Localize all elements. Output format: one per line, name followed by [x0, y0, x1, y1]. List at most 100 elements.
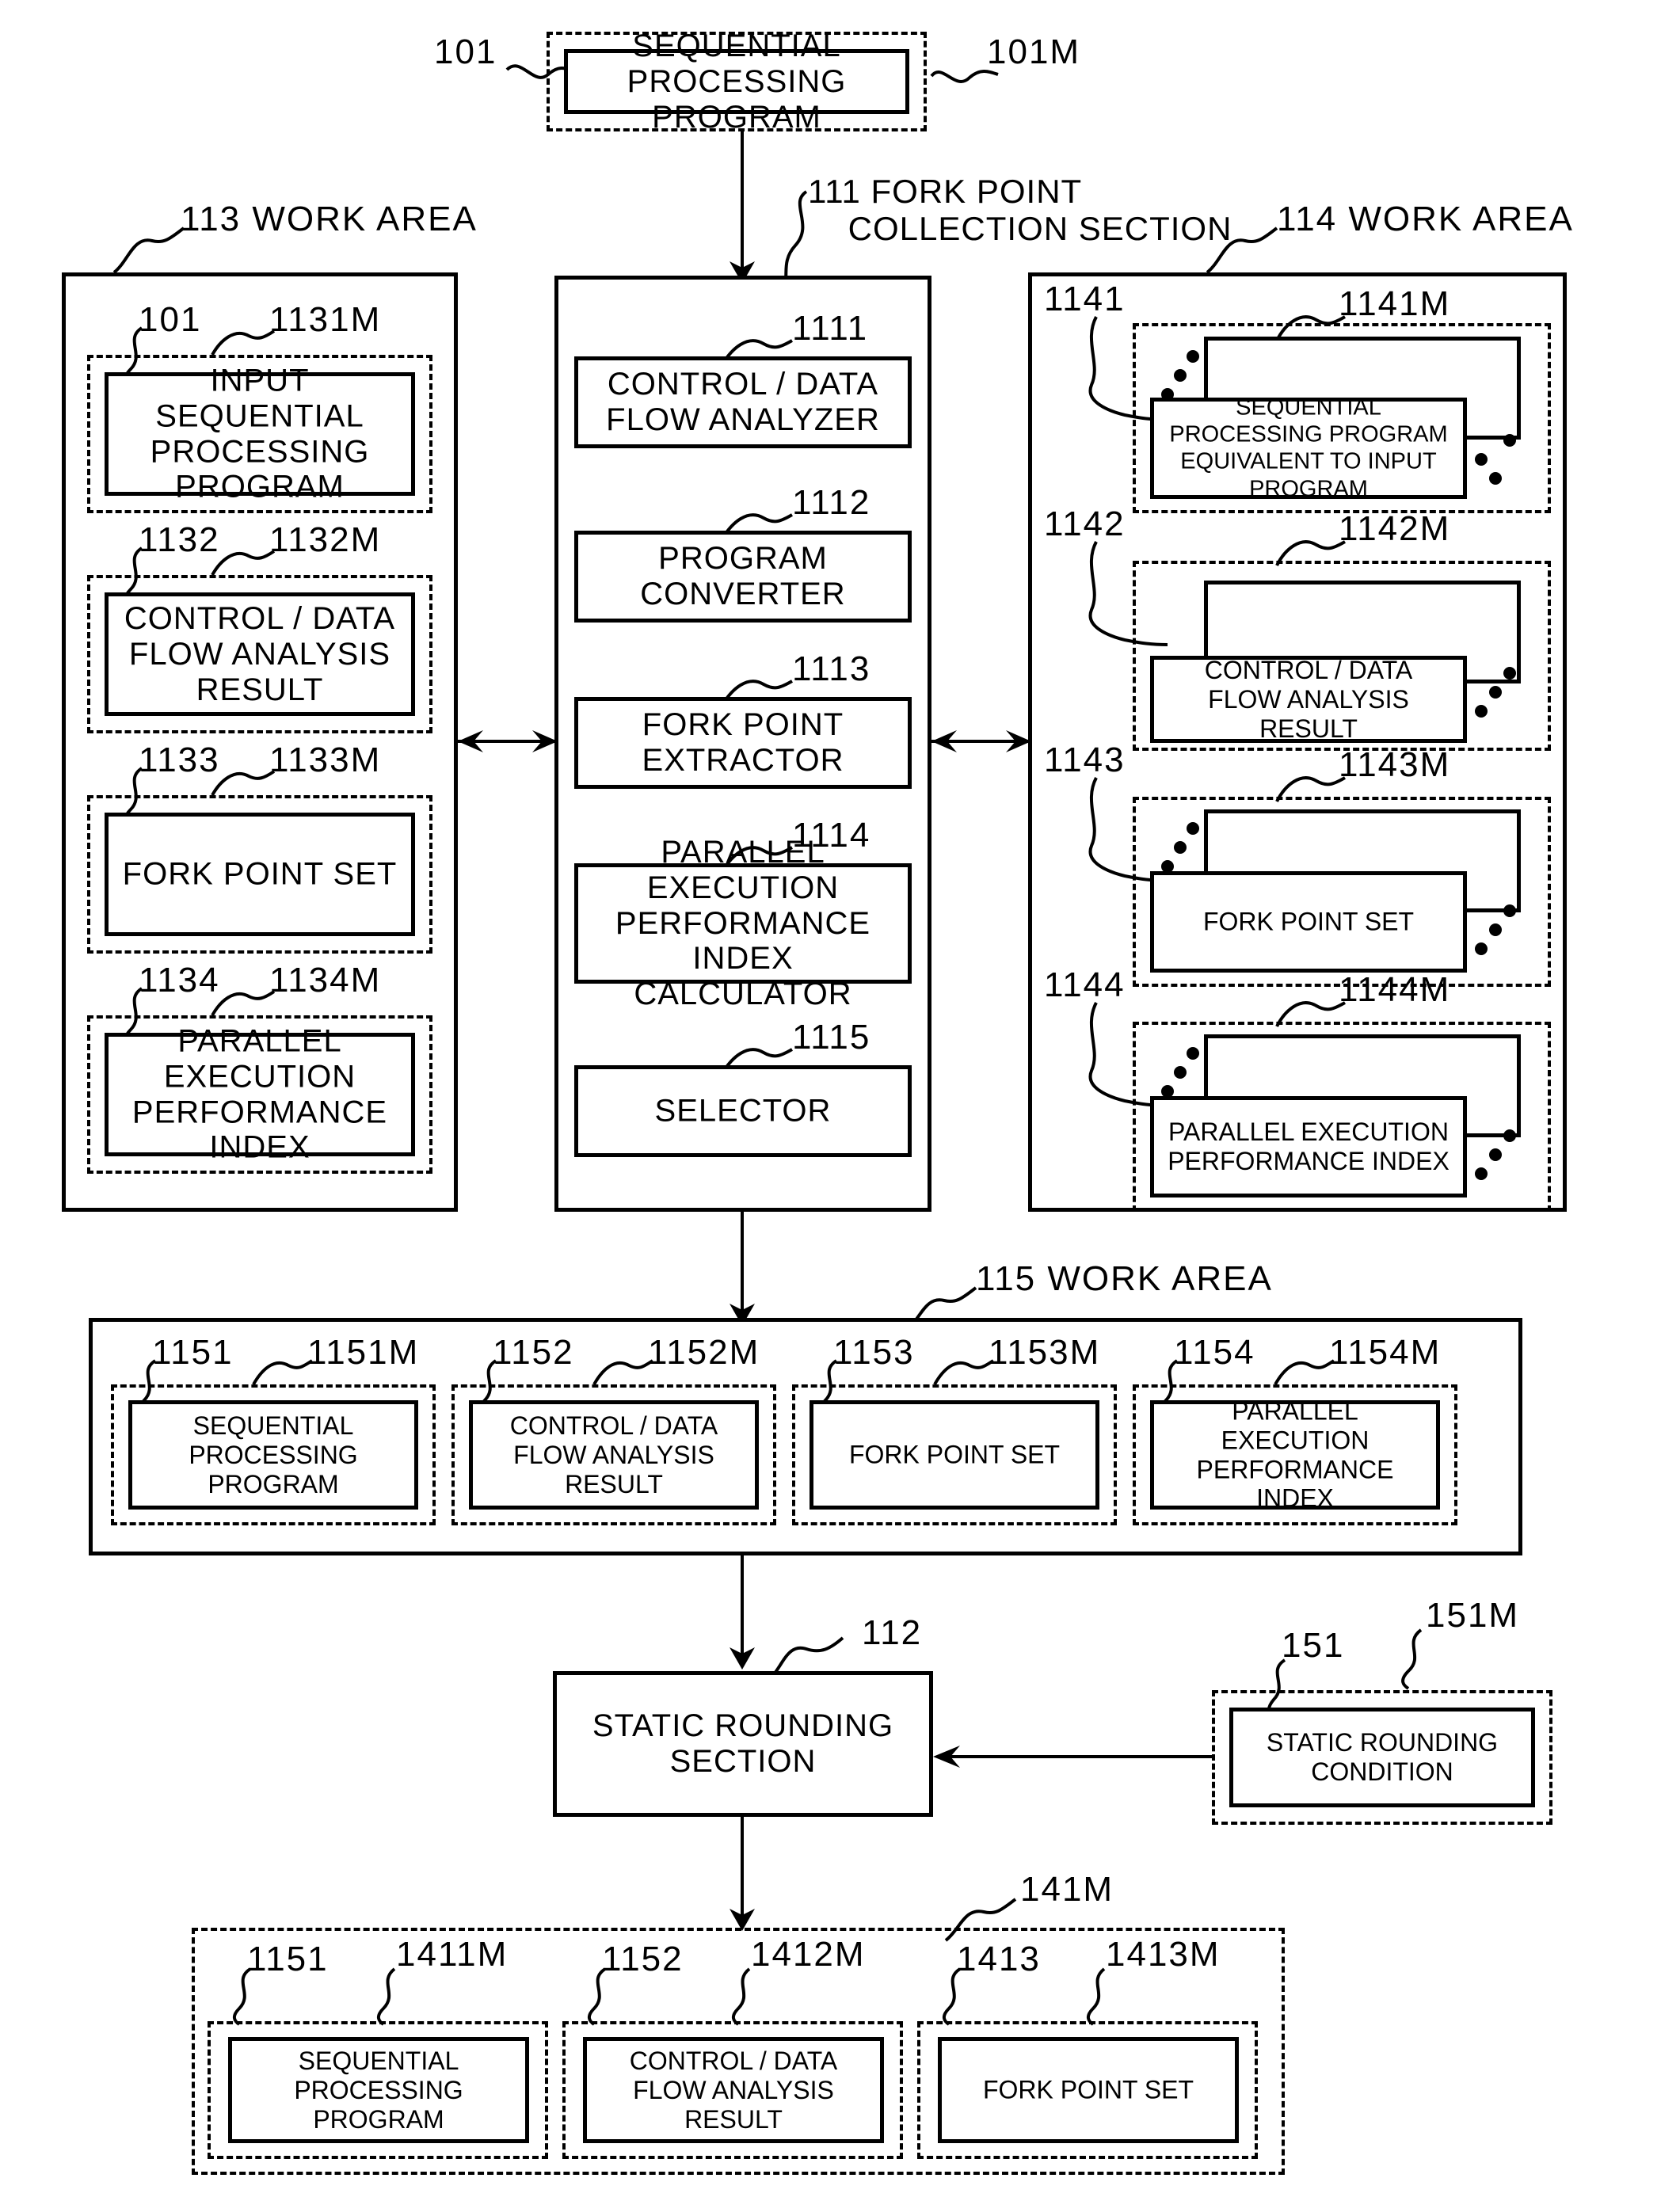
stack-dot — [1475, 942, 1488, 955]
ref-101M: 101M — [987, 32, 1081, 71]
ref-1154-115: 1154 — [1174, 1333, 1255, 1372]
module-selector[interactable]: SELECTOR — [574, 1065, 912, 1157]
box-static-rounding-condition[interactable]: STATIC ROUNDING CONDITION — [1229, 1708, 1535, 1807]
box-label: FORK POINT SET — [1202, 907, 1415, 936]
ref-151: 151 — [1282, 1626, 1345, 1665]
ref-112: 112 — [862, 1613, 923, 1652]
box-label: FORK POINT SET — [982, 2075, 1194, 2104]
box-control-data-flow-analysis-result-115[interactable]: CONTROL / DATA FLOW ANALYSIS RESULT — [469, 1400, 759, 1510]
box-control-data-flow-analysis-result-114[interactable]: CONTROL / DATA FLOW ANALYSIS RESULT — [1150, 656, 1467, 743]
patent-figure-sheet: 101 SEQUENTIAL PROCESSING PROGRAM 101M 1… — [0, 0, 1680, 2197]
box-label: STATIC ROUNDING CONDITION — [1266, 1728, 1499, 1786]
ref-1154M: 1154M — [1329, 1333, 1442, 1372]
callout-114-work-area: 114 WORK AREA — [1277, 200, 1574, 238]
box-label: SEQUENTIAL PROCESSING PROGRAM — [627, 28, 847, 135]
ref-1143: 1143 — [1044, 741, 1126, 779]
stack-dot — [1503, 667, 1516, 680]
box-label: CONTROL / DATA FLOW ANALYSIS RESULT — [124, 600, 396, 707]
ref-1132: 1132 — [139, 520, 220, 559]
stack-dot — [1174, 1066, 1187, 1079]
ref-1115: 1115 — [792, 1018, 871, 1057]
ref-1413: 1413 — [957, 1940, 1041, 1978]
stack-dot — [1475, 1167, 1488, 1180]
callout-111-fork-point-collection-section: 111 FORK POINT COLLECTION SECTION — [808, 173, 1232, 248]
arrow-112-to-141M-line — [741, 1817, 744, 1920]
callout-113-work-area: 113 WORK AREA — [181, 200, 478, 238]
box-fork-point-set-113[interactable]: FORK POINT SET — [105, 813, 415, 936]
box-control-data-flow-analysis-result-113[interactable]: CONTROL / DATA FLOW ANALYSIS RESULT — [105, 592, 415, 716]
box-parallel-execution-performance-index-115[interactable]: PARALLEL EXECUTION PERFORMANCE INDEX — [1150, 1396, 1440, 1513]
box-label: PARALLEL EXECUTION PERFORMANCE INDEX — [1196, 1396, 1394, 1513]
box-label: INPUT SEQUENTIAL PROCESSING PROGRAM — [150, 363, 370, 505]
stack-dot — [1503, 1129, 1516, 1142]
ref-1134M: 1134M — [269, 961, 382, 1000]
ref-1151-141: 1151 — [247, 1940, 329, 1978]
box-fork-point-set-114[interactable]: FORK POINT SET — [1150, 871, 1467, 973]
stack-dot — [1489, 1148, 1502, 1161]
box-parallel-execution-performance-index-113[interactable]: PARALLEL EXECUTION PERFORMANCE INDEX — [105, 1023, 415, 1165]
stack-dot — [1174, 369, 1187, 382]
ref-1143M: 1143M — [1339, 745, 1451, 784]
ref-1142: 1142 — [1044, 505, 1126, 543]
connector-111-114-line — [931, 740, 1028, 743]
stack-dot — [1489, 686, 1502, 699]
ref-1144: 1144 — [1044, 965, 1126, 1004]
box-label: SEQUENTIAL PROCESSING PROGRAM — [294, 2046, 463, 2134]
box-label: CONTROL / DATA FLOW ANALYSIS RESULT — [629, 2046, 838, 2134]
box-label: PARALLEL EXECUTION PERFORMANCE INDEX — [1168, 1118, 1450, 1175]
module-label: SELECTOR — [654, 1093, 832, 1129]
box-input-sequential-processing-program[interactable]: INPUT SEQUENTIAL PROCESSING PROGRAM — [105, 363, 415, 505]
box-sequential-processing-program-115[interactable]: SEQUENTIAL PROCESSING PROGRAM — [128, 1400, 418, 1510]
box-fork-point-set-115[interactable]: FORK POINT SET — [810, 1400, 1099, 1510]
box-control-data-flow-analysis-result-141[interactable]: CONTROL / DATA FLOW ANALYSIS RESULT — [583, 2037, 884, 2143]
arrow-111-to-115-line — [741, 1212, 744, 1315]
module-control-data-flow-analyzer[interactable]: CONTROL / DATA FLOW ANALYZER — [574, 356, 912, 448]
stack-dot — [1187, 1047, 1199, 1060]
ref-1144M: 1144M — [1339, 970, 1451, 1009]
stack-dot — [1503, 904, 1516, 917]
box-fork-point-set-141[interactable]: FORK POINT SET — [938, 2037, 1239, 2143]
ref-1111: 1111 — [792, 309, 869, 348]
ref-1152M: 1152M — [648, 1333, 760, 1372]
ref-1412M: 1412M — [751, 1935, 866, 1974]
module-label: CONTROL / DATA FLOW ANALYZER — [606, 367, 880, 437]
module-label: FORK POINT EXTRACTOR — [642, 707, 844, 778]
ref-1133: 1133 — [139, 741, 220, 779]
ref-151M: 151M — [1426, 1596, 1520, 1635]
ref-1152-141: 1152 — [602, 1940, 684, 1978]
box-label: SEQUENTIAL PROCESSING PROGRAM EQUIVALENT… — [1169, 394, 1448, 502]
box-label: STATIC ROUNDING SECTION — [592, 1708, 894, 1779]
ref-101-113: 101 — [139, 300, 202, 339]
box-sequential-processing-program[interactable]: SEQUENTIAL PROCESSING PROGRAM — [564, 29, 909, 134]
ref-1142M: 1142M — [1339, 509, 1451, 548]
static-rounding-section[interactable]: STATIC ROUNDING SECTION — [553, 1671, 933, 1817]
box-label: FORK POINT SET — [122, 856, 398, 892]
box-sequential-processing-program-equivalent[interactable]: SEQUENTIAL PROCESSING PROGRAM EQUIVALENT… — [1150, 395, 1467, 501]
ref-1141: 1141 — [1044, 280, 1126, 318]
ref-1151-115: 1151 — [152, 1333, 234, 1372]
ref-1131M: 1131M — [269, 300, 382, 339]
module-program-converter[interactable]: PROGRAM CONVERTER — [574, 531, 912, 623]
stack-dot — [1187, 822, 1199, 835]
ref-1112: 1112 — [792, 483, 871, 522]
module-parallel-execution-performance-index-calculator[interactable]: PARALLEL EXECUTION PERFORMANCE INDEX CAL… — [574, 835, 912, 1011]
stack-dot — [1187, 350, 1199, 363]
ref-1152-115: 1152 — [493, 1333, 574, 1372]
ref-1132M: 1132M — [269, 520, 382, 559]
module-label: PARALLEL EXECUTION PERFORMANCE INDEX CAL… — [615, 835, 871, 1012]
ref-1141M: 1141M — [1339, 284, 1451, 323]
ref-1153M: 1153M — [989, 1333, 1101, 1372]
box-label: FORK POINT SET — [848, 1440, 1061, 1469]
ref-1413M: 1413M — [1106, 1935, 1221, 1974]
callout-115-work-area: 115 WORK AREA — [976, 1259, 1273, 1298]
box-parallel-execution-performance-index-114[interactable]: PARALLEL EXECUTION PERFORMANCE INDEX — [1150, 1096, 1467, 1197]
ref-1153-115: 1153 — [833, 1333, 915, 1372]
box-sequential-processing-program-141[interactable]: SEQUENTIAL PROCESSING PROGRAM — [228, 2037, 529, 2143]
module-label: PROGRAM CONVERTER — [640, 541, 846, 611]
ref-1411M: 1411M — [396, 1935, 509, 1974]
stack-dot — [1489, 923, 1502, 936]
connector-113-111-line — [458, 740, 554, 743]
module-fork-point-extractor[interactable]: FORK POINT EXTRACTOR — [574, 697, 912, 789]
stack-dot — [1475, 705, 1488, 718]
arrow-151M-to-112-line — [947, 1755, 1212, 1758]
